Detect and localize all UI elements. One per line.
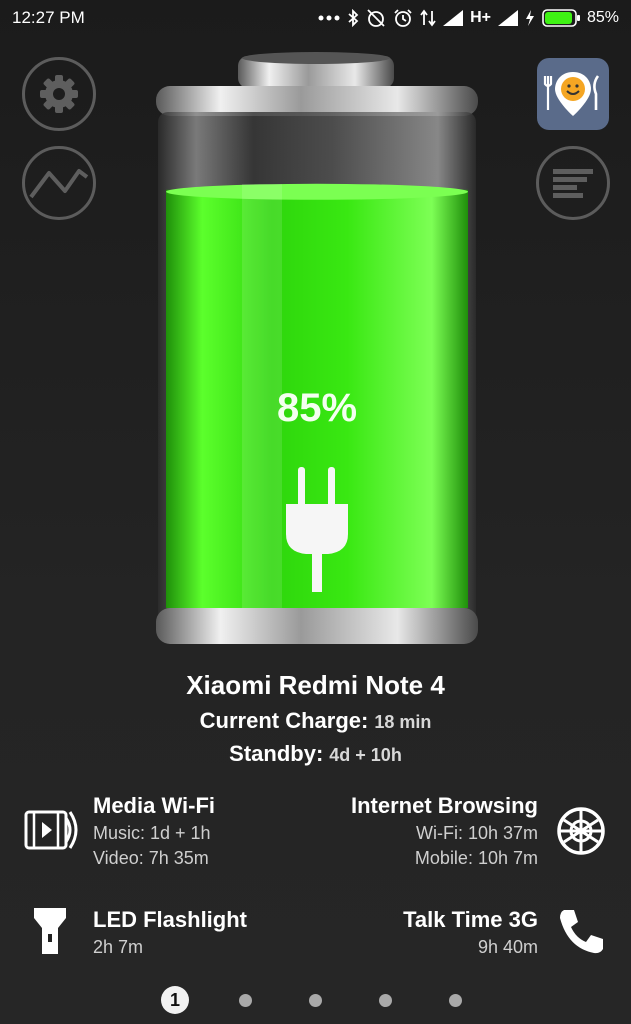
media-music-time: Music: 1d + 1h	[93, 823, 211, 843]
battery-graphic	[156, 52, 478, 644]
page-dot[interactable]	[449, 994, 462, 1007]
settings-button[interactable]	[22, 57, 96, 131]
status-time: 12:27 PM	[12, 8, 85, 27]
data-arrows-icon	[420, 9, 436, 27]
gear-icon	[40, 75, 78, 113]
internet-browsing-stat[interactable]: Internet Browsing Wi-Fi: 10h 37m Mobile:…	[351, 793, 538, 869]
current-charge-line: Current Charge: 18 min	[0, 708, 631, 734]
internet-wifi-time: Wi-Fi: 10h 37m	[415, 823, 538, 843]
trend-chart-icon	[29, 169, 89, 199]
internet-browsing-title: Internet Browsing	[350, 793, 538, 818]
food-app-icon[interactable]	[537, 58, 609, 130]
charging-icon	[525, 10, 534, 26]
page-dot-active[interactable]: 1	[161, 986, 189, 1014]
page-dot[interactable]	[309, 994, 322, 1007]
talk-time-value: 9h 40m	[477, 937, 538, 957]
page-dot[interactable]	[239, 994, 252, 1007]
bluetooth-icon	[348, 9, 359, 27]
battery-icon	[542, 9, 580, 27]
led-flashlight-title: LED Flashlight	[93, 907, 247, 932]
more-icon	[318, 15, 340, 21]
network-type: H+	[470, 9, 491, 26]
restaurant-pin-icon	[543, 72, 600, 116]
video-icon	[24, 810, 78, 850]
media-wifi-stat[interactable]: Media Wi-Fi Music: 1d + 1h Video: 7h 35m	[93, 793, 215, 869]
led-flashlight-stat[interactable]: LED Flashlight 2h 7m	[93, 907, 247, 958]
battery-percent-label: 85%	[276, 386, 358, 430]
current-charge-label: Current Charge:	[199, 708, 369, 733]
flashlight-icon	[34, 908, 66, 954]
standby-label: Standby:	[229, 741, 324, 766]
current-charge-value: 18 min	[374, 712, 432, 732]
signal-icon	[443, 10, 464, 26]
phone-icon	[560, 910, 603, 954]
page-indicator: 1	[0, 986, 631, 1016]
standby-line: Standby: 4d + 10h	[0, 741, 631, 767]
internet-mobile-time: Mobile: 10h 7m	[414, 848, 538, 868]
media-wifi-title: Media Wi-Fi	[93, 793, 216, 818]
globe-icon	[557, 807, 605, 855]
alarm-icon	[394, 9, 412, 27]
status-bar: 12:27 PM H+ 85%	[0, 0, 631, 36]
device-name: Xiaomi Redmi Note 4	[186, 670, 445, 700]
led-flashlight-time: 2h 7m	[93, 937, 144, 957]
signal-icon	[497, 10, 518, 26]
page-dot[interactable]	[379, 994, 392, 1007]
alarm-off-icon	[367, 9, 385, 27]
graph-button[interactable]	[22, 146, 96, 220]
talk-time-stat[interactable]: Talk Time 3G 9h 40m	[403, 907, 538, 958]
media-video-time: Video: 7h 35m	[93, 848, 209, 868]
list-button[interactable]	[536, 146, 610, 220]
list-icon	[553, 169, 593, 198]
standby-value: 4d + 10h	[329, 745, 402, 765]
talk-time-title: Talk Time 3G	[403, 907, 538, 932]
status-icons: H+ 85%	[318, 8, 619, 28]
status-battery-percent: 85%	[586, 9, 619, 26]
